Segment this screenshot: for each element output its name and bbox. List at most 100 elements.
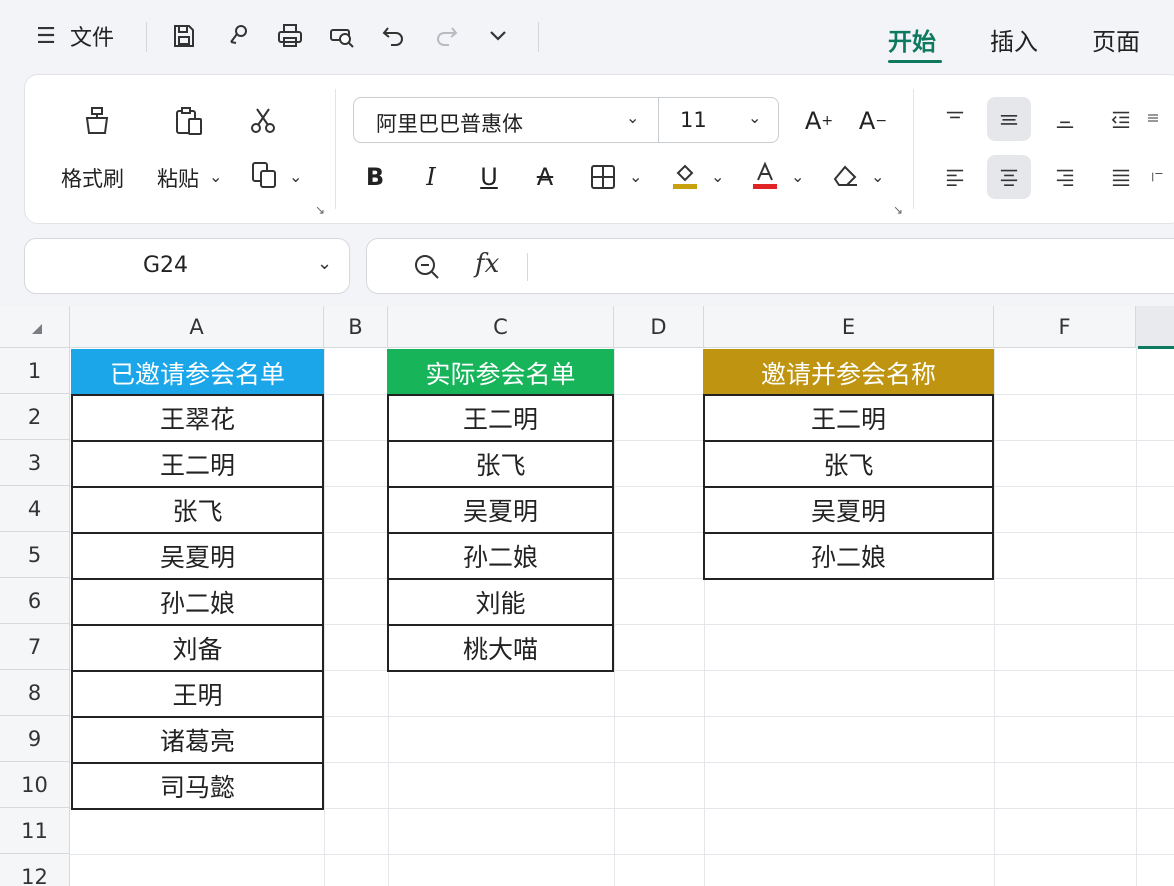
undo-icon[interactable] — [376, 18, 412, 54]
font-color-chevron-down-icon[interactable]: ⌄ — [791, 167, 804, 186]
row-header[interactable]: 12 — [0, 854, 70, 886]
font-chevron-down-icon[interactable]: ⌄ — [626, 108, 639, 127]
table-cell[interactable]: 吴夏明 — [703, 486, 994, 534]
column-header-d[interactable]: D — [614, 306, 704, 348]
font-size-chevron-down-icon[interactable]: ⌄ — [748, 108, 761, 127]
row-header[interactable]: 2 — [0, 394, 70, 440]
underline-icon[interactable]: U — [467, 155, 511, 199]
font-name[interactable]: 阿里巴巴普惠体 — [376, 108, 523, 138]
tab-page[interactable]: 页面 — [1092, 22, 1140, 57]
table-cell[interactable]: 司马懿 — [71, 762, 324, 810]
table-cell[interactable]: 孙二娘 — [703, 532, 994, 580]
decrease-font-size-icon[interactable]: A − — [851, 99, 895, 143]
cell-reference[interactable]: G24 — [143, 253, 188, 278]
font-dialog-launcher-icon[interactable]: ↘ — [893, 203, 903, 217]
table-cell[interactable]: 孙二娘 — [387, 532, 614, 580]
column-header-c[interactable]: C — [388, 306, 614, 348]
table-cell[interactable]: 诸葛亮 — [71, 716, 324, 764]
formula-bar[interactable]: fx — [366, 238, 1174, 294]
row-header[interactable]: 8 — [0, 670, 70, 716]
column-header-e[interactable]: E — [704, 306, 994, 348]
fill-color-icon[interactable] — [665, 155, 705, 195]
table-cell[interactable]: 张飞 — [71, 486, 324, 534]
row-header[interactable]: 11 — [0, 808, 70, 854]
justify-icon[interactable] — [1099, 155, 1143, 199]
table-cell[interactable]: 张飞 — [703, 440, 994, 488]
actual-attendees-header[interactable]: 实际参会名单 — [387, 349, 614, 396]
invited-list-header[interactable]: 已邀请参会名单 — [71, 349, 324, 396]
table-cell[interactable]: 刘备 — [71, 624, 324, 672]
column-header-g[interactable] — [1136, 306, 1174, 348]
row-header[interactable]: 1 — [0, 348, 70, 394]
row-header[interactable]: 7 — [0, 624, 70, 670]
name-box[interactable]: G24 ⌄ — [24, 238, 350, 294]
increase-font-size-icon[interactable]: A + — [797, 99, 841, 143]
table-cell[interactable]: 吴夏明 — [387, 486, 614, 534]
spreadsheet-grid[interactable]: A B C D E F 1 2 3 4 5 6 7 8 9 10 11 12 已… — [0, 306, 1174, 886]
table-cell[interactable]: 王二明 — [703, 394, 994, 442]
tab-home[interactable]: 开始 — [888, 22, 936, 57]
paste-chevron-down-icon[interactable]: ⌄ — [209, 167, 222, 186]
align-left-icon[interactable] — [933, 155, 977, 199]
save-icon[interactable] — [166, 18, 202, 54]
bold-icon[interactable]: B — [353, 155, 397, 199]
file-menu[interactable]: 文件 — [70, 22, 114, 51]
align-top-icon[interactable] — [933, 97, 977, 141]
select-all-icon[interactable] — [32, 324, 42, 334]
clipboard-dialog-launcher-icon[interactable]: ↘ — [315, 203, 325, 217]
decrease-indent-icon[interactable] — [1099, 97, 1143, 141]
paste-label[interactable]: 粘贴 — [157, 163, 199, 193]
font-size[interactable]: 11 — [680, 108, 707, 132]
redo-icon[interactable] — [428, 18, 464, 54]
align-middle-icon[interactable] — [987, 97, 1031, 141]
clear-format-icon[interactable] — [825, 155, 865, 195]
row-header[interactable]: 3 — [0, 440, 70, 486]
row-header[interactable]: 6 — [0, 578, 70, 624]
table-cell[interactable]: 桃大喵 — [387, 624, 614, 672]
increase-indent-icon[interactable] — [1145, 97, 1161, 141]
share-icon[interactable] — [220, 18, 256, 54]
invited-and-attended-header[interactable]: 邀请并参会名称 — [703, 349, 994, 396]
fill-color-chevron-down-icon[interactable]: ⌄ — [711, 167, 724, 186]
table-cell[interactable]: 孙二娘 — [71, 578, 324, 626]
table-cell[interactable]: 王二明 — [71, 440, 324, 488]
zoom-formula-icon[interactable] — [411, 251, 443, 283]
borders-icon[interactable] — [583, 157, 623, 197]
table-cell[interactable]: 王翠花 — [71, 394, 324, 442]
table-cell[interactable]: 吴夏明 — [71, 532, 324, 580]
format-painter-label[interactable]: 格式刷 — [61, 163, 124, 193]
menu-icon[interactable]: ☰ — [34, 22, 58, 50]
column-header-f[interactable]: F — [994, 306, 1136, 348]
name-box-chevron-down-icon[interactable]: ⌄ — [317, 253, 332, 274]
table-cell[interactable]: 王二明 — [387, 394, 614, 442]
font-color-icon[interactable] — [745, 155, 785, 195]
align-bottom-icon[interactable] — [1043, 97, 1087, 141]
copy-chevron-down-icon[interactable]: ⌄ — [289, 167, 302, 186]
borders-chevron-down-icon[interactable]: ⌄ — [629, 167, 642, 186]
print-icon[interactable] — [272, 18, 308, 54]
row-header[interactable]: 5 — [0, 532, 70, 578]
tab-insert[interactable]: 插入 — [990, 22, 1038, 57]
table-cell[interactable]: 张飞 — [387, 440, 614, 488]
font-selector[interactable]: 阿里巴巴普惠体 ⌄ 11 ⌄ — [353, 97, 779, 143]
format-painter-icon[interactable] — [75, 99, 119, 143]
chevron-down-icon[interactable] — [480, 18, 516, 54]
select-all-corner[interactable] — [0, 306, 70, 348]
align-center-icon[interactable] — [987, 155, 1031, 199]
row-header[interactable]: 10 — [0, 762, 70, 808]
italic-icon[interactable]: I — [409, 155, 453, 199]
copy-icon[interactable] — [245, 155, 285, 195]
column-header-b[interactable]: B — [324, 306, 388, 348]
clear-format-chevron-down-icon[interactable]: ⌄ — [871, 167, 884, 186]
table-cell[interactable]: 刘能 — [387, 578, 614, 626]
paste-icon[interactable] — [167, 99, 211, 143]
table-cell[interactable]: 王明 — [71, 670, 324, 718]
column-header-a[interactable]: A — [70, 306, 324, 348]
insert-function-icon[interactable]: fx — [475, 249, 499, 279]
align-right-icon[interactable] — [1043, 155, 1087, 199]
print-preview-icon[interactable] — [324, 18, 360, 54]
row-header[interactable]: 9 — [0, 716, 70, 762]
cut-icon[interactable] — [241, 99, 285, 143]
strikethrough-icon[interactable]: A — [523, 155, 567, 199]
row-header[interactable]: 4 — [0, 486, 70, 532]
